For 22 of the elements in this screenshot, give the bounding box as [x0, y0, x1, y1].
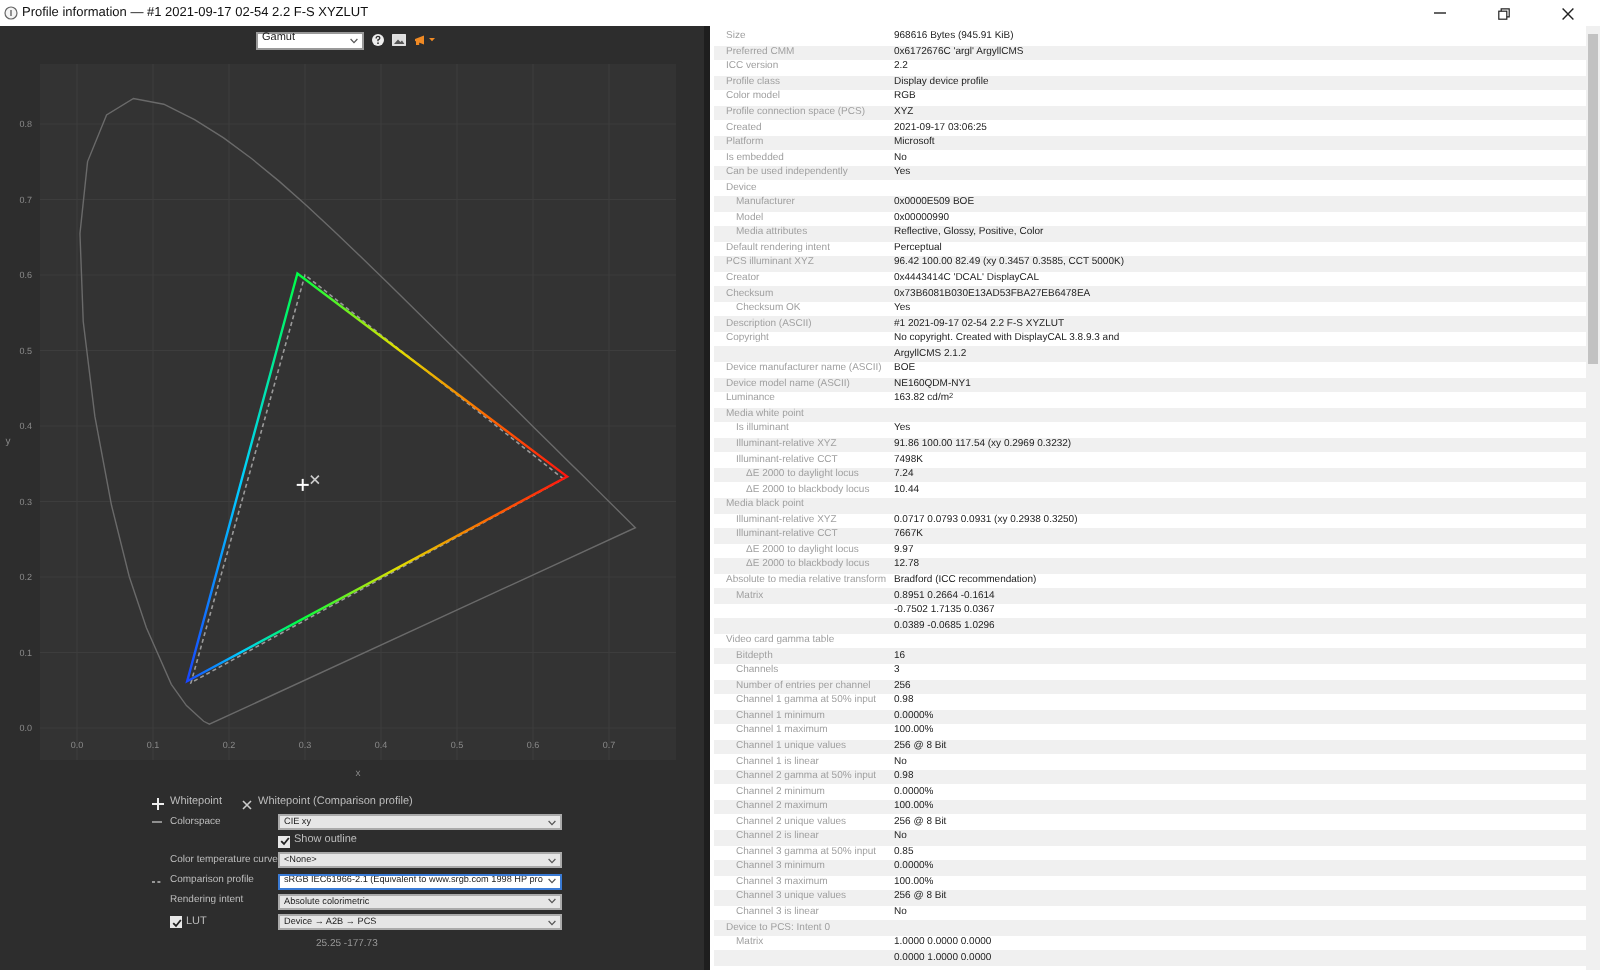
dashed-line-sample — [152, 879, 162, 884]
chevron-icon — [548, 898, 556, 905]
plus-icon — [152, 798, 164, 810]
chevron-icon — [350, 37, 358, 43]
image-icon[interactable] — [392, 34, 406, 46]
checkbox[interactable] — [170, 916, 182, 929]
chevron-icon — [548, 857, 556, 864]
checkbox[interactable] — [278, 835, 290, 848]
chevron-icon — [548, 878, 556, 885]
help-icon[interactable] — [372, 34, 384, 46]
chevron-icon — [548, 919, 556, 926]
cross-icon — [242, 799, 252, 809]
close-icon — [1562, 7, 1574, 19]
minimize-icon — [1434, 12, 1446, 14]
scrollbar-thumb[interactable] — [1588, 34, 1598, 364]
dropdown-tool-icon[interactable] — [414, 34, 436, 46]
scrollbar[interactable] — [1586, 26, 1600, 970]
chevron-icon — [548, 819, 556, 826]
whitepoint-plus-marker — [295, 477, 310, 492]
solid-line-sample — [152, 820, 162, 825]
restore-icon — [1498, 7, 1510, 19]
whitepoint-cross-marker — [310, 474, 320, 485]
